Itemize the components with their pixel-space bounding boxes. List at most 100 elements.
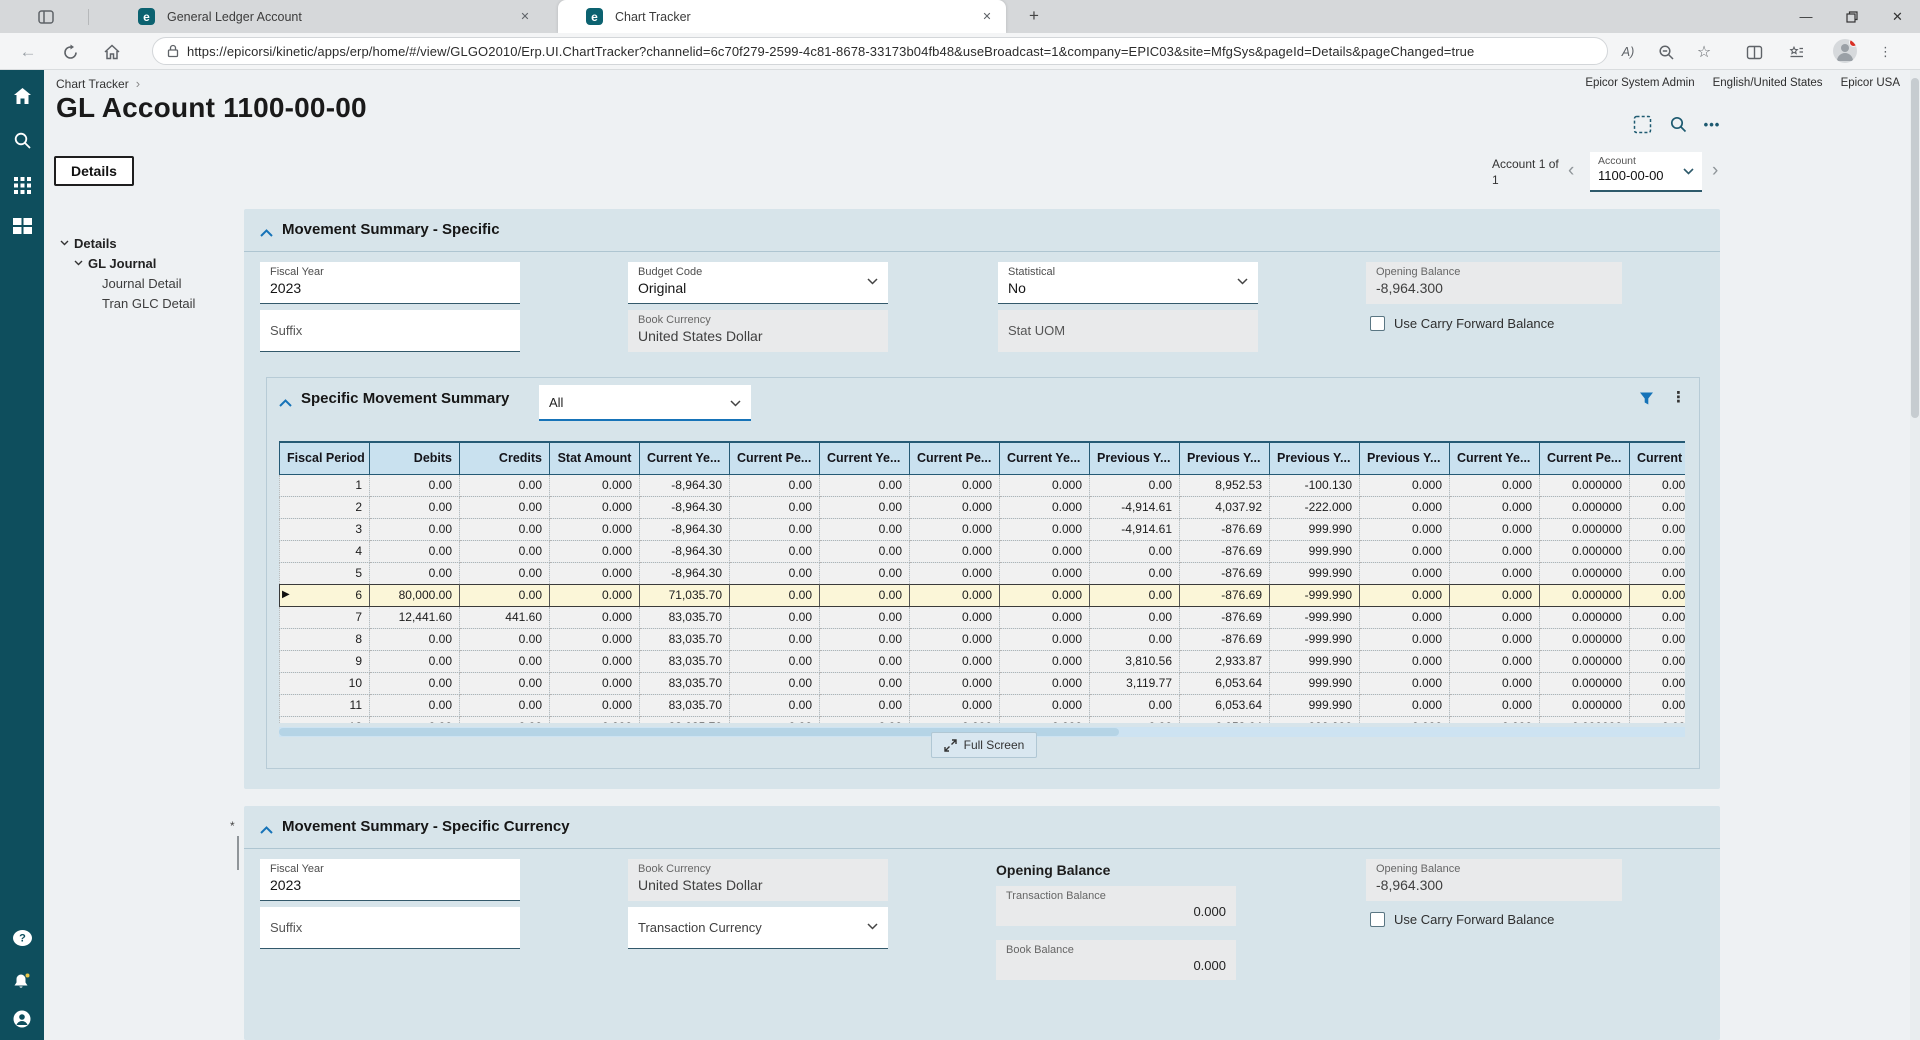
grid-cell[interactable]: 0.000	[910, 716, 1000, 723]
browser-profile-avatar[interactable]	[1833, 39, 1857, 63]
grid-cell[interactable]: 3,810.56	[1090, 650, 1180, 672]
favorite-star-icon[interactable]: ☆	[1692, 40, 1716, 64]
zoom-icon[interactable]	[1654, 40, 1678, 64]
column-header-15[interactable]: Current Y...	[1630, 442, 1686, 474]
grid-cell[interactable]: 83,035.70	[640, 606, 730, 628]
grid-cell[interactable]: 0.000000	[1630, 694, 1686, 716]
budget-code-dropdown[interactable]: Budget Code Original	[628, 262, 888, 304]
suffix-field[interactable]: Suffix	[260, 310, 520, 352]
grid-cell[interactable]: 0.000	[550, 650, 640, 672]
grid-cell[interactable]: 6,053.64	[1180, 672, 1270, 694]
grid-cell[interactable]: 1	[280, 474, 370, 496]
grid-cell[interactable]: 0.00	[1090, 562, 1180, 584]
grid-cell[interactable]: 0.000	[1360, 672, 1450, 694]
grid-cell[interactable]: 71,035.70	[640, 584, 730, 606]
grid-cell[interactable]: 0.00	[1090, 716, 1180, 723]
grid-cell[interactable]: -8,964.30	[640, 474, 730, 496]
tab-close-icon[interactable]: ✕	[516, 8, 534, 26]
grid-cell[interactable]: 0.00	[460, 650, 550, 672]
grid-cell[interactable]: 0.000	[910, 606, 1000, 628]
grid-cell[interactable]: 0.000	[1000, 628, 1090, 650]
grid-cell[interactable]: 441.60	[460, 606, 550, 628]
grid-cell[interactable]: 0.000	[1000, 540, 1090, 562]
grid-cell[interactable]: 0.00	[730, 584, 820, 606]
grid-cell[interactable]: -4,914.61	[1090, 518, 1180, 540]
previous-record-icon[interactable]: ‹	[1568, 160, 1574, 182]
grid-cell[interactable]: 0.00	[820, 694, 910, 716]
grid-cell[interactable]: 4	[280, 540, 370, 562]
grid-cell[interactable]: 0.000	[910, 474, 1000, 496]
browser-tab-chart-tracker[interactable]: e Chart Tracker ✕	[558, 0, 1006, 33]
grid-cell[interactable]: 0.000	[1360, 584, 1450, 606]
grid-cell[interactable]: 0.000000	[1540, 540, 1630, 562]
grid-cell[interactable]: 0.000	[910, 672, 1000, 694]
grid-cell[interactable]: -8,964.30	[640, 540, 730, 562]
grid-row-4[interactable]: 40.000.000.000-8,964.300.000.000.0000.00…	[280, 540, 1686, 562]
grid-cell[interactable]: -876.69	[1180, 584, 1270, 606]
column-header-0[interactable]: Fiscal Period	[280, 442, 370, 474]
grid-cell[interactable]: 0.000000	[1540, 562, 1630, 584]
grid-cell[interactable]: 0.000	[910, 650, 1000, 672]
grid-cell[interactable]: -8,964.30	[640, 518, 730, 540]
grid-cell[interactable]: 0.00	[730, 540, 820, 562]
grid-cell[interactable]: 0.000000	[1630, 628, 1686, 650]
column-header-7[interactable]: Current Pe...	[910, 442, 1000, 474]
grid-row-11[interactable]: 110.000.000.00083,035.700.000.000.0000.0…	[280, 694, 1686, 716]
grid-cell[interactable]: 0.000000	[1630, 496, 1686, 518]
grid-cell[interactable]: 0.000	[1450, 694, 1540, 716]
grid-cell[interactable]: 0.000	[910, 628, 1000, 650]
grid-cell[interactable]: 0.000	[1000, 716, 1090, 723]
next-record-icon[interactable]: ›	[1712, 160, 1718, 182]
grid-row-12[interactable]: 120.000.000.00083,035.700.000.000.0000.0…	[280, 716, 1686, 723]
grid-cell[interactable]: 0.000000	[1540, 650, 1630, 672]
grid-cell[interactable]: 999.990	[1270, 694, 1360, 716]
grid-cell[interactable]: 0.000	[1360, 694, 1450, 716]
grid-cell[interactable]: 0.000000	[1540, 694, 1630, 716]
grid-cell[interactable]: 0.000	[550, 562, 640, 584]
grid-cell[interactable]: -999.990	[1270, 606, 1360, 628]
tree-item-details[interactable]: Details	[58, 233, 238, 253]
full-screen-button[interactable]: Full Screen	[931, 732, 1037, 758]
grid-cell[interactable]: 0.000000	[1540, 628, 1630, 650]
column-header-1[interactable]: Debits	[370, 442, 460, 474]
grid-cell[interactable]: 0.00	[820, 518, 910, 540]
grid-cell[interactable]: 0.00	[820, 540, 910, 562]
grid-cell[interactable]: 0.000000	[1630, 672, 1686, 694]
tab-close-icon[interactable]: ✕	[978, 8, 996, 26]
grid-cell[interactable]: 0.00	[460, 562, 550, 584]
column-header-14[interactable]: Current Pe...	[1540, 442, 1630, 474]
grid-cell[interactable]: 12,441.60	[370, 606, 460, 628]
grid-cell[interactable]: 0.00	[460, 474, 550, 496]
grid-cell[interactable]: 0.00	[820, 474, 910, 496]
grid-cell[interactable]: 0.000	[1000, 606, 1090, 628]
view-filter-dropdown[interactable]: All	[539, 385, 751, 421]
grid-cell[interactable]: 0.000	[910, 518, 1000, 540]
grid-cell[interactable]: 0.00	[460, 496, 550, 518]
grid-cell[interactable]: 0.000	[1000, 474, 1090, 496]
grid-cell[interactable]: 3	[280, 518, 370, 540]
home-icon[interactable]	[100, 40, 124, 64]
grid-cell[interactable]: 0.000000	[1630, 562, 1686, 584]
grid-cell[interactable]: 0.00	[730, 496, 820, 518]
grid-cell[interactable]: 0.000	[550, 606, 640, 628]
layout-picker-icon[interactable]	[1630, 112, 1654, 136]
grid-cell[interactable]: 0.00	[1090, 606, 1180, 628]
grid-cell[interactable]: 0.00	[730, 650, 820, 672]
transaction-currency-dropdown[interactable]: Transaction Currency	[628, 907, 888, 949]
grid-cell[interactable]: 0.00	[1090, 540, 1180, 562]
column-header-3[interactable]: Stat Amount	[550, 442, 640, 474]
fiscal-year-field[interactable]: Fiscal Year 2023	[260, 262, 520, 304]
column-header-5[interactable]: Current Pe...	[730, 442, 820, 474]
grid-cell[interactable]: 0.00	[730, 606, 820, 628]
grid-cell[interactable]: 0.000	[550, 672, 640, 694]
grid-cell[interactable]: 0.000	[1360, 628, 1450, 650]
column-header-13[interactable]: Current Ye...	[1450, 442, 1540, 474]
checkbox-icon[interactable]	[1370, 316, 1385, 331]
grid-cell[interactable]: 0.00	[730, 716, 820, 723]
grid-cell[interactable]: 0.000	[550, 496, 640, 518]
grid-cell[interactable]: 0.000	[1000, 518, 1090, 540]
grid-cell[interactable]: 0.00	[370, 672, 460, 694]
grid-cell[interactable]: 6,053.64	[1180, 694, 1270, 716]
grid-cell[interactable]: 0.000	[550, 716, 640, 723]
grid-cell[interactable]: 0.000	[550, 518, 640, 540]
